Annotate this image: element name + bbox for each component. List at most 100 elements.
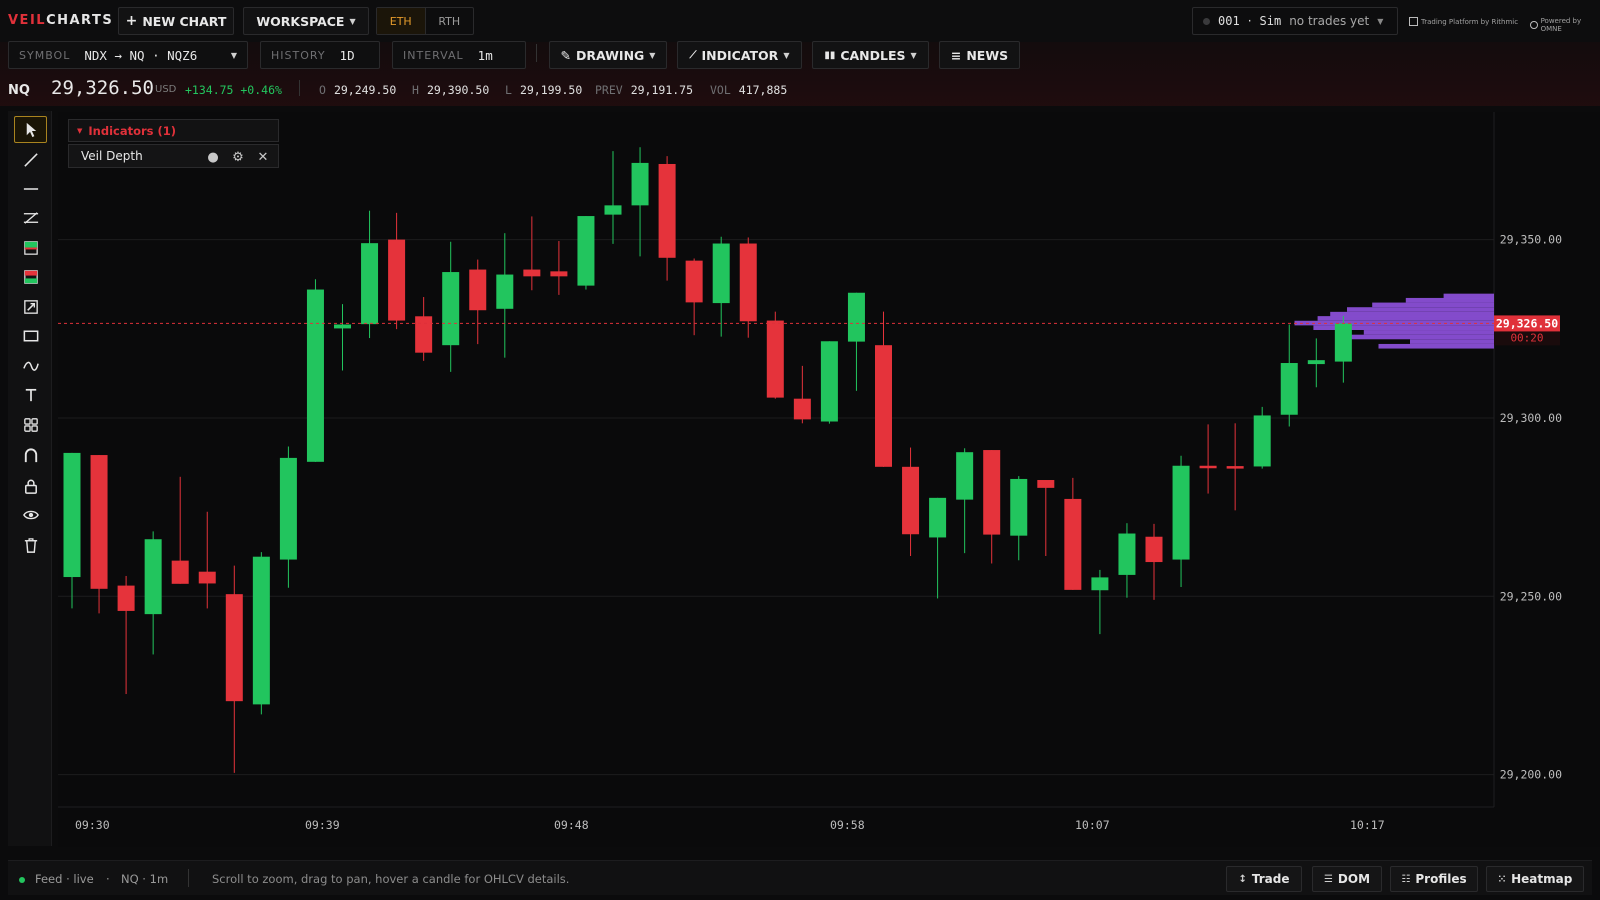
account-id: 001 [1218, 14, 1240, 28]
candle-body[interactable] [1334, 323, 1352, 362]
candle-body[interactable] [685, 260, 703, 303]
eye-icon [22, 510, 39, 519]
drawing-menu-button[interactable]: ✎ DRAWING ▼ [549, 41, 667, 69]
rectangle-tool[interactable] [14, 322, 47, 349]
candle-body[interactable] [658, 163, 676, 258]
history-selector[interactable]: HISTORY 1D [260, 41, 380, 69]
workspace-button[interactable]: WORKSPACE ▼ [243, 7, 369, 35]
candle-body[interactable] [739, 243, 757, 322]
horizontal-line-tool[interactable] [14, 175, 47, 202]
lock-tool[interactable] [14, 472, 47, 499]
new-chart-button[interactable]: + NEW CHART [118, 7, 234, 35]
candle-body[interactable] [1307, 360, 1325, 365]
eye-tool[interactable] [14, 501, 47, 528]
candle-body[interactable] [523, 269, 541, 277]
candle-body[interactable] [712, 243, 730, 304]
short-position-tool[interactable] [14, 263, 47, 290]
settings-gear-icon[interactable]: ⚙ [230, 149, 246, 165]
candle-body[interactable] [252, 556, 270, 705]
app-logo[interactable]: VEILCHARTS [8, 13, 113, 28]
text-icon [25, 388, 36, 401]
candle-body[interactable] [929, 497, 947, 538]
volume-profile-bar [1330, 311, 1494, 317]
candle-body[interactable] [766, 320, 784, 398]
candle-body[interactable] [415, 316, 433, 353]
candle-body[interactable] [902, 466, 920, 535]
candle-body[interactable] [90, 455, 108, 589]
brush-tool[interactable] [14, 352, 47, 379]
candles-menu-button[interactable]: ▮▮ CANDLES ▼ [812, 41, 929, 69]
long-position-tool[interactable] [14, 234, 47, 261]
profiles-button[interactable]: ☷ Profiles [1390, 866, 1478, 892]
chart-canvas[interactable]: 29,350.00 29,300.00 29,250.00 29,200.00 09:3… [58, 112, 1600, 847]
candle-body[interactable] [1037, 480, 1055, 488]
y-axis-tick-label: 29,350.00 [1500, 233, 1562, 247]
candle-body[interactable] [361, 243, 379, 325]
candle-body[interactable] [631, 162, 649, 206]
candle-body[interactable] [956, 452, 974, 500]
candle-body[interactable] [1253, 415, 1271, 467]
candle-body[interactable] [1172, 465, 1190, 560]
indicator-row-veil-depth[interactable]: Veil Depth ● ⚙ ✕ [68, 144, 279, 168]
candle-body[interactable] [279, 457, 297, 560]
news-button[interactable]: ≡ NEWS [939, 41, 1020, 69]
volume-profile-bar [1410, 339, 1494, 344]
candle-body[interactable] [442, 272, 460, 346]
long-position-icon [23, 240, 38, 255]
candle-body[interactable] [1091, 577, 1109, 591]
candle-body[interactable] [1226, 466, 1244, 469]
candle-body[interactable] [496, 274, 514, 309]
symbol-selector[interactable]: SYMBOL NDX → NQ · NQZ6 ▼ [8, 41, 248, 69]
magnet-tool[interactable] [14, 442, 47, 469]
candle-body[interactable] [144, 539, 162, 615]
close-icon[interactable]: ✕ [255, 149, 271, 165]
measure-tool[interactable] [14, 293, 47, 320]
indicators-header[interactable]: ▼ Indicators (1) [68, 119, 279, 142]
price-chart[interactable]: 29,350.00 29,300.00 29,250.00 29,200.00 09:3… [58, 112, 1600, 847]
candle-body[interactable] [550, 271, 568, 277]
candle-body[interactable] [1064, 498, 1082, 590]
interval-selector[interactable]: INTERVAL 1m [392, 41, 526, 69]
short-position-icon [23, 269, 38, 284]
account-selector[interactable]: 001 · Sim no trades yet ▼ [1192, 7, 1398, 35]
trade-button[interactable]: ↕ Trade [1226, 866, 1302, 892]
quote-prev: PREV 29,191.75 [595, 83, 694, 97]
candle-body[interactable] [1118, 533, 1136, 575]
candle-body[interactable] [1010, 478, 1028, 536]
candle-body[interactable] [1145, 536, 1163, 563]
text-tool[interactable] [14, 381, 47, 408]
trash-icon [24, 537, 37, 553]
candle-body[interactable] [306, 289, 324, 462]
x-axis-tick-label: 09:39 [305, 818, 340, 832]
candle-body[interactable] [198, 571, 216, 584]
candle-body[interactable] [469, 269, 487, 311]
candle-body[interactable] [225, 594, 243, 702]
trash-tool[interactable] [14, 531, 47, 558]
patterns-tool[interactable] [14, 411, 47, 438]
candle-body[interactable] [983, 450, 1001, 535]
cursor-tool[interactable] [14, 116, 47, 143]
dom-button[interactable]: ☰ DOM [1312, 866, 1382, 892]
candle-body[interactable] [388, 239, 406, 321]
candle-body[interactable] [171, 560, 189, 584]
heatmap-button[interactable]: ⁙ Heatmap [1486, 866, 1584, 892]
lock-icon [24, 479, 37, 494]
trend-line-tool[interactable] [14, 146, 47, 173]
candle-body[interactable] [577, 216, 595, 286]
session-rth-button[interactable]: RTH [426, 8, 474, 34]
parallel-channel-tool[interactable] [14, 204, 47, 231]
session-eth-button[interactable]: ETH [377, 8, 426, 34]
candle-body[interactable] [63, 452, 81, 578]
indicator-menu-button[interactable]: ⟋ INDICATOR ▼ [677, 41, 802, 69]
candle-body[interactable] [820, 341, 838, 422]
candle-body[interactable] [1280, 363, 1298, 415]
quote-high: H 29,390.50 [412, 83, 490, 97]
candle-body[interactable] [1199, 465, 1217, 469]
candle-body[interactable] [793, 398, 811, 420]
candle-body[interactable] [847, 292, 865, 342]
visibility-dot-icon[interactable]: ● [205, 149, 221, 165]
candle-body[interactable] [117, 585, 135, 611]
candle-body[interactable] [334, 324, 351, 329]
candle-body[interactable] [604, 205, 622, 215]
candle-body[interactable] [875, 345, 892, 467]
